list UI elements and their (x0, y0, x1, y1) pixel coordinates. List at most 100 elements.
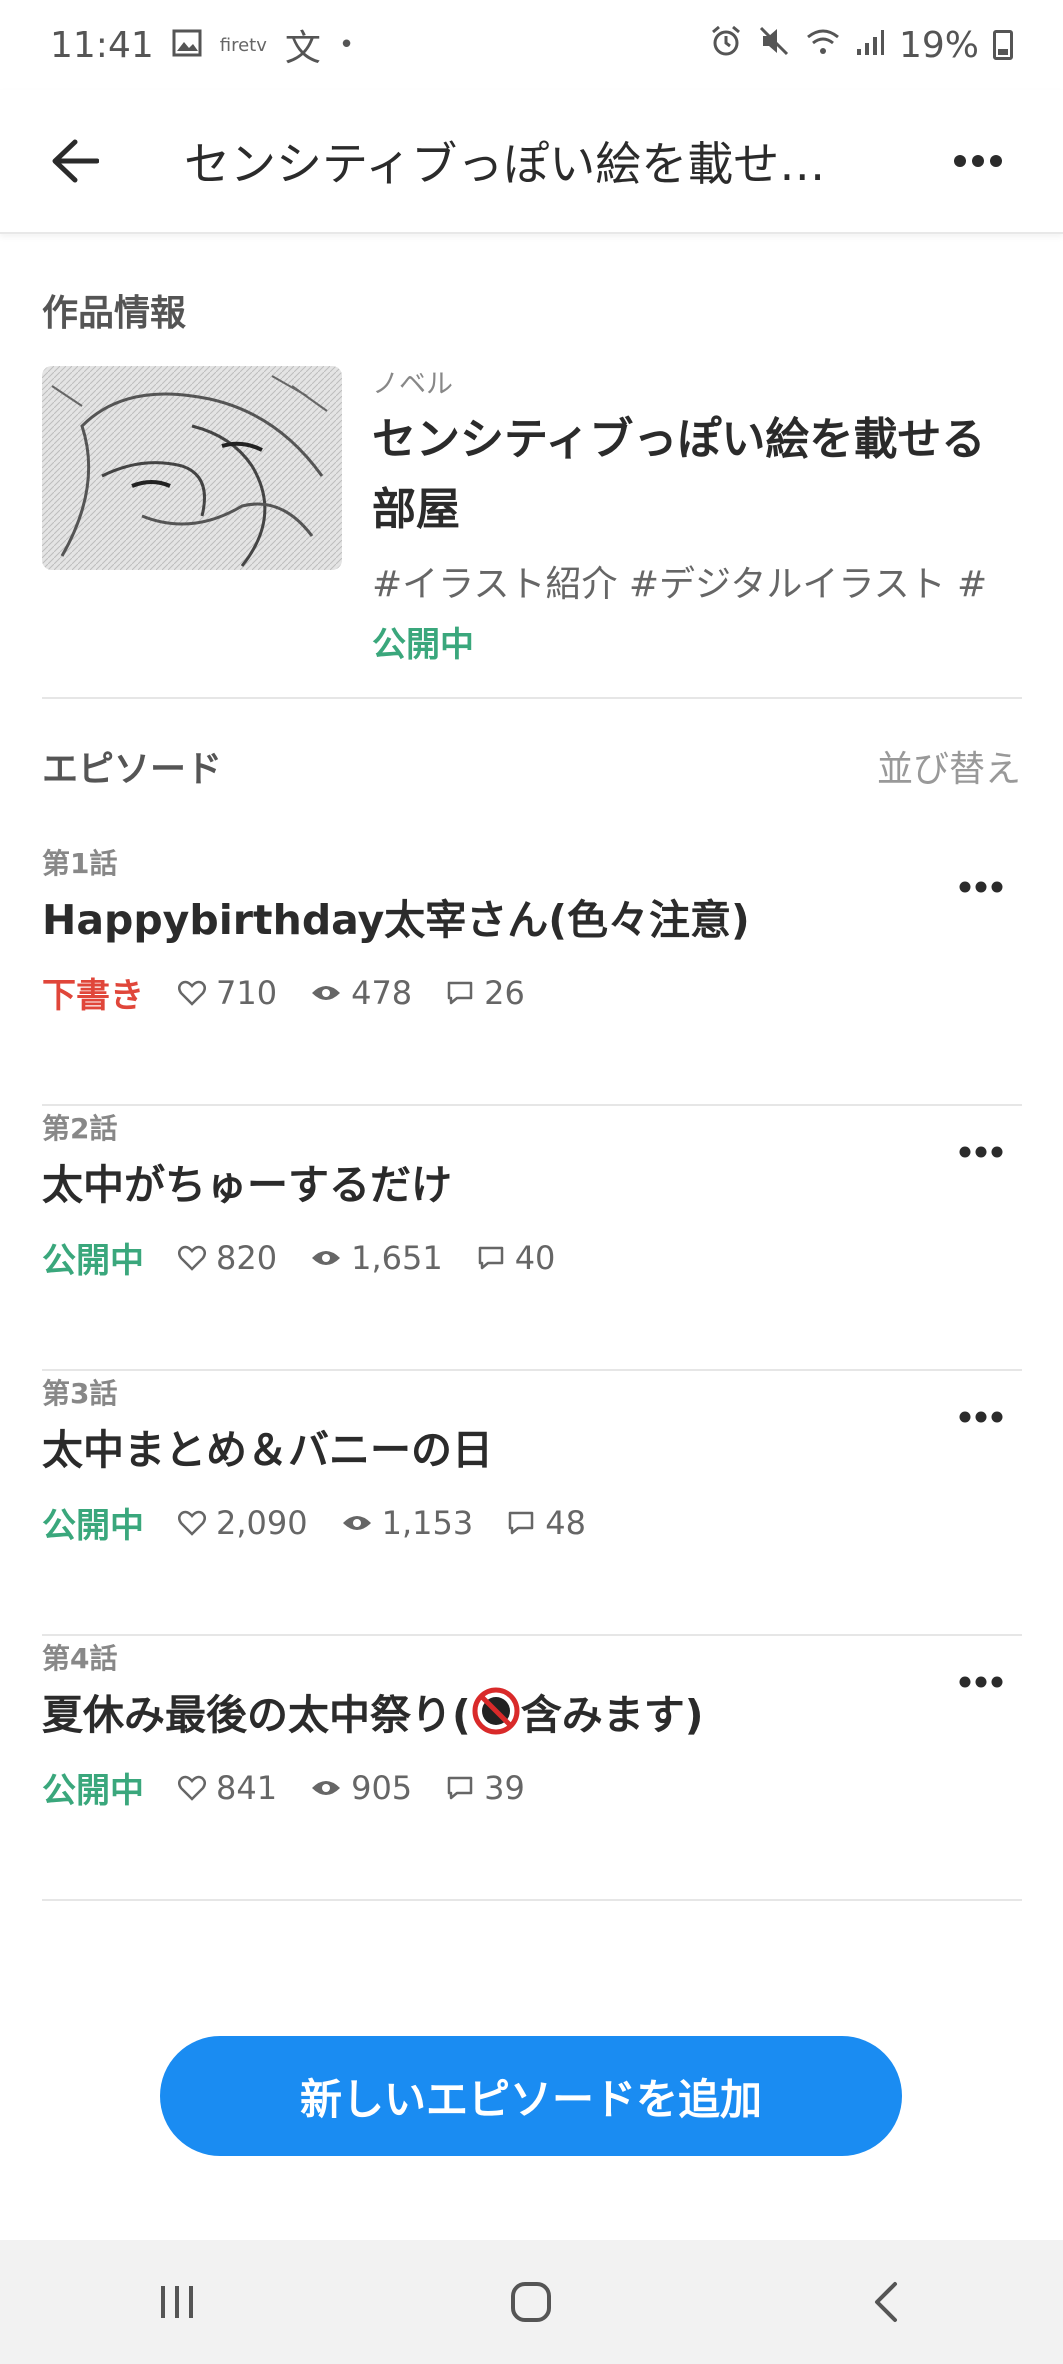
episode-status-badge: 公開中 (42, 1506, 144, 1546)
likes-stat: 841 (178, 1769, 277, 1807)
views-count: 478 (351, 973, 413, 1012)
battery-icon (993, 30, 1013, 60)
page-title: センシティブっぽい絵を載せる部屋 (184, 137, 864, 191)
episode-item[interactable]: 第2話 太中がちゅーするだけ 公開中 820 1,651 40 (0, 1107, 1063, 1371)
episode-status-badge: 公開中 (42, 1771, 144, 1811)
section-divider (42, 697, 1022, 699)
recent-apps-icon (161, 2286, 194, 2318)
wifi-icon (805, 25, 841, 66)
episode-meta: 公開中 820 1,651 40 (42, 1233, 589, 1282)
more-horizontal-icon (959, 1676, 1003, 1688)
episode-divider (42, 1104, 1022, 1106)
likes-count: 841 (216, 1768, 278, 1807)
likes-count: 710 (216, 973, 278, 1012)
comment-icon (447, 981, 473, 1004)
heart-icon (178, 1775, 206, 1801)
translate-icon: 文 (284, 28, 321, 69)
heart-icon (178, 1245, 206, 1271)
battery-percent: 19% (898, 24, 979, 66)
heart-icon (178, 1510, 206, 1536)
signal-icon (855, 25, 885, 66)
episode-item[interactable]: 第4話 夏休み最後の太中祭り( 含みます) 公開中 841 905 39 (0, 1637, 1063, 1901)
alarm-icon (709, 24, 743, 67)
comments-stat: 26 (446, 974, 525, 1012)
episode-divider (42, 1634, 1022, 1636)
episode-number: 第3話 (42, 1377, 118, 1410)
system-back-button[interactable] (816, 2252, 956, 2352)
work-info-heading: 作品情報 (42, 293, 187, 334)
views-stat: 1,651 (311, 1239, 443, 1277)
views-stat: 905 (311, 1769, 412, 1807)
app-bar: センシティブっぽい絵を載せる部屋 (0, 90, 1063, 234)
episode-status-badge: 公開中 (42, 1241, 144, 1281)
episode-title-part: 含みます) (520, 1691, 704, 1739)
comments-count: 26 (484, 973, 525, 1012)
likes-stat: 2,090 (178, 1504, 308, 1542)
home-icon (511, 2282, 552, 2322)
episode-meta: 公開中 2,090 1,153 48 (42, 1498, 620, 1547)
more-horizontal-icon (959, 881, 1003, 893)
status-dot: • (338, 30, 355, 60)
episode-title: Happybirthday太宰さん(色々注意) (42, 896, 750, 944)
comment-icon (447, 1776, 473, 1799)
work-tags: #イラスト紹介 #デジタルイラスト # (372, 564, 988, 605)
comments-count: 48 (545, 1503, 586, 1542)
likes-count: 820 (216, 1238, 278, 1277)
more-horizontal-icon (959, 1411, 1003, 1423)
episodes-heading: エピソード (42, 749, 223, 790)
firetv-icon: firetv (219, 34, 267, 56)
eye-icon (312, 1780, 341, 1795)
back-button[interactable] (20, 106, 130, 216)
likes-stat: 820 (178, 1239, 277, 1277)
more-horizontal-icon (959, 1146, 1003, 1158)
more-options-button[interactable] (933, 116, 1023, 206)
views-count: 905 (351, 1768, 413, 1807)
no-18-icon (471, 1686, 521, 1736)
episode-number: 第1話 (42, 847, 118, 880)
episode-more-button[interactable] (941, 1127, 1021, 1177)
views-stat: 1,153 (342, 1503, 474, 1542)
mute-icon (757, 24, 791, 67)
episode-meta: 下書き 710 478 26 (42, 968, 559, 1017)
likes-stat: 710 (178, 974, 277, 1012)
add-episode-button[interactable]: 新しいエピソードを追加 (160, 2036, 902, 2156)
episode-number: 第4話 (42, 1642, 118, 1675)
episode-more-button[interactable] (941, 1392, 1021, 1442)
system-nav-bar (0, 2240, 1063, 2364)
episode-more-button[interactable] (941, 1657, 1021, 1707)
episode-divider (42, 1369, 1022, 1371)
episode-divider (42, 1899, 1022, 1901)
work-thumbnail (42, 366, 342, 570)
views-count: 1,153 (381, 1503, 474, 1542)
comments-stat: 39 (446, 1769, 525, 1807)
sort-button[interactable]: 並び替え (877, 740, 1021, 792)
comments-count: 40 (514, 1238, 556, 1277)
comments-count: 39 (484, 1768, 525, 1807)
eye-icon (342, 1515, 371, 1530)
eye-icon (312, 1250, 341, 1265)
comments-stat: 48 (507, 1504, 586, 1542)
views-stat: 478 (311, 974, 412, 1012)
episode-item[interactable]: 第3話 太中まとめ＆バニーの日 公開中 2,090 1,153 48 (0, 1372, 1063, 1636)
work-type: ノベル (372, 369, 453, 400)
home-button[interactable] (461, 2252, 601, 2352)
chevron-left-icon (874, 2282, 897, 2322)
comment-icon (508, 1511, 534, 1534)
more-horizontal-icon (954, 155, 1002, 167)
episode-title: 夏休み最後の太中祭り( 含みます) (42, 1681, 704, 1741)
episode-more-button[interactable] (941, 862, 1021, 912)
episode-meta: 公開中 841 905 39 (42, 1763, 559, 1812)
comment-icon (478, 1246, 503, 1269)
work-status-badge: 公開中 (372, 625, 474, 665)
comments-stat: 40 (477, 1238, 556, 1277)
work-card[interactable]: ノベル センシティブっぽい絵を載せる部屋 #イラスト紹介 #デジタルイラスト #… (42, 362, 1022, 696)
eye-icon (312, 985, 341, 1000)
episode-item[interactable]: 第1話 Happybirthday太宰さん(色々注意) 下書き 710 478 … (0, 842, 1063, 1106)
episode-title: 太中まとめ＆バニーの日 (42, 1426, 493, 1474)
episode-number: 第2話 (42, 1112, 118, 1145)
arrow-left-icon (52, 139, 99, 183)
recent-apps-button[interactable] (107, 2252, 247, 2352)
episode-status-badge: 下書き (42, 976, 144, 1016)
status-time: 11:41 (50, 24, 154, 66)
work-title: センシティブっぽい絵を載せる部屋 (372, 414, 986, 535)
